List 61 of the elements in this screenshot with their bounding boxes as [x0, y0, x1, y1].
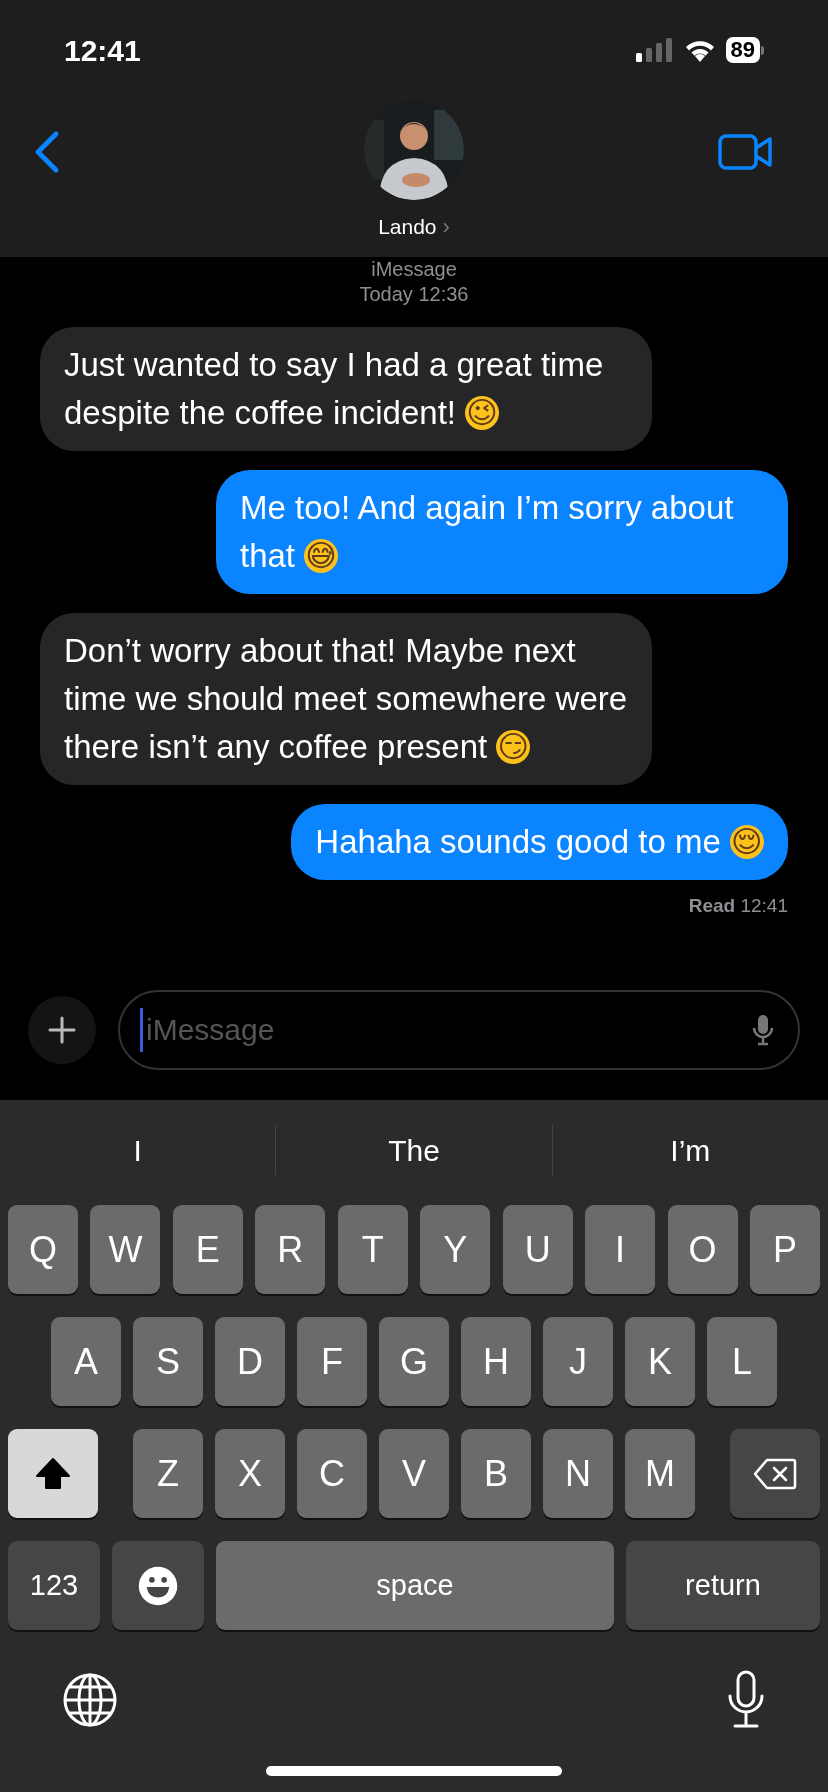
- emoji-key[interactable]: [112, 1541, 204, 1630]
- shift-key[interactable]: [8, 1429, 98, 1518]
- smiley-icon: [137, 1564, 179, 1607]
- keyboard-key[interactable]: B: [461, 1429, 531, 1518]
- message-bubble: Me too! And again I’m sorry about that 😅: [216, 470, 788, 594]
- keyboard-key[interactable]: X: [215, 1429, 285, 1518]
- keyboard-key[interactable]: V: [379, 1429, 449, 1518]
- emoji: 😅: [304, 539, 339, 574]
- return-key[interactable]: return: [626, 1541, 820, 1630]
- keyboard-key[interactable]: Y: [420, 1205, 491, 1294]
- keyboard-key[interactable]: U: [502, 1205, 573, 1294]
- keyboard-key[interactable]: A: [51, 1317, 121, 1406]
- message-bubble: Hahaha sounds good to me 😌: [291, 804, 788, 880]
- keyboard-key[interactable]: N: [543, 1429, 613, 1518]
- keyboard-key[interactable]: F: [297, 1317, 367, 1406]
- delete-icon: [753, 1457, 797, 1490]
- globe-icon[interactable]: [62, 1672, 118, 1728]
- message-bubble: Don’t worry about that! Maybe next time we should meet somewhere were there isn’t any coffee present 😏: [40, 613, 652, 785]
- service-label: iMessage: [371, 257, 457, 281]
- status-time: 12:41: [64, 32, 141, 69]
- keyboard-key[interactable]: Q: [8, 1205, 78, 1294]
- timestamp: Today 12:36: [359, 282, 469, 307]
- keyboard-key[interactable]: P: [749, 1205, 820, 1294]
- contact-name[interactable]: Lando: [378, 210, 437, 243]
- keyboard-key[interactable]: Z: [133, 1429, 203, 1518]
- signal-icon: [635, 38, 674, 62]
- emoji: 😌: [730, 825, 764, 860]
- suggestion[interactable]: I: [133, 1127, 142, 1173]
- keyboard-key[interactable]: M: [625, 1429, 695, 1518]
- keyboard-key[interactable]: D: [215, 1317, 285, 1406]
- keyboard-key[interactable]: K: [625, 1317, 695, 1406]
- keyboard-key[interactable]: R: [255, 1205, 326, 1294]
- battery-level: 89: [725, 37, 760, 63]
- keyboard-key[interactable]: G: [379, 1317, 449, 1406]
- plus-icon: [48, 1016, 76, 1044]
- keyboard-key[interactable]: L: [707, 1317, 777, 1406]
- emoji: 😏: [496, 730, 531, 765]
- dictation-icon[interactable]: [726, 1670, 766, 1730]
- wifi-icon: [683, 38, 716, 62]
- suggestion[interactable]: The: [388, 1127, 440, 1173]
- message-bubble: Just wanted to say I had a great time despite the coffee incident! 😉: [40, 327, 652, 451]
- keyboard-key[interactable]: O: [667, 1205, 738, 1294]
- suggestion[interactable]: I’m: [670, 1127, 711, 1173]
- keyboard-key[interactable]: T: [337, 1205, 408, 1294]
- keyboard-key[interactable]: I: [585, 1205, 656, 1294]
- numbers-key[interactable]: 123: [8, 1541, 100, 1630]
- keyboard-key[interactable]: H: [461, 1317, 531, 1406]
- emoji: 😉: [465, 396, 500, 431]
- keyboard-key[interactable]: J: [543, 1317, 613, 1406]
- keyboard-key[interactable]: W: [90, 1205, 161, 1294]
- read-receipt: Read 12:41: [688, 894, 788, 918]
- message-field[interactable]: iMessage: [118, 990, 800, 1070]
- keyboard-key[interactable]: C: [297, 1429, 367, 1518]
- delete-key[interactable]: [730, 1429, 820, 1518]
- keyboard-key[interactable]: E: [172, 1205, 243, 1294]
- chevron-icon: ›: [442, 210, 450, 243]
- keyboard-key[interactable]: S: [133, 1317, 203, 1406]
- video-call-icon[interactable]: [718, 134, 774, 170]
- microphone-icon[interactable]: [752, 1014, 774, 1046]
- space-key[interactable]: space: [216, 1541, 614, 1630]
- shift-icon: [35, 1456, 71, 1491]
